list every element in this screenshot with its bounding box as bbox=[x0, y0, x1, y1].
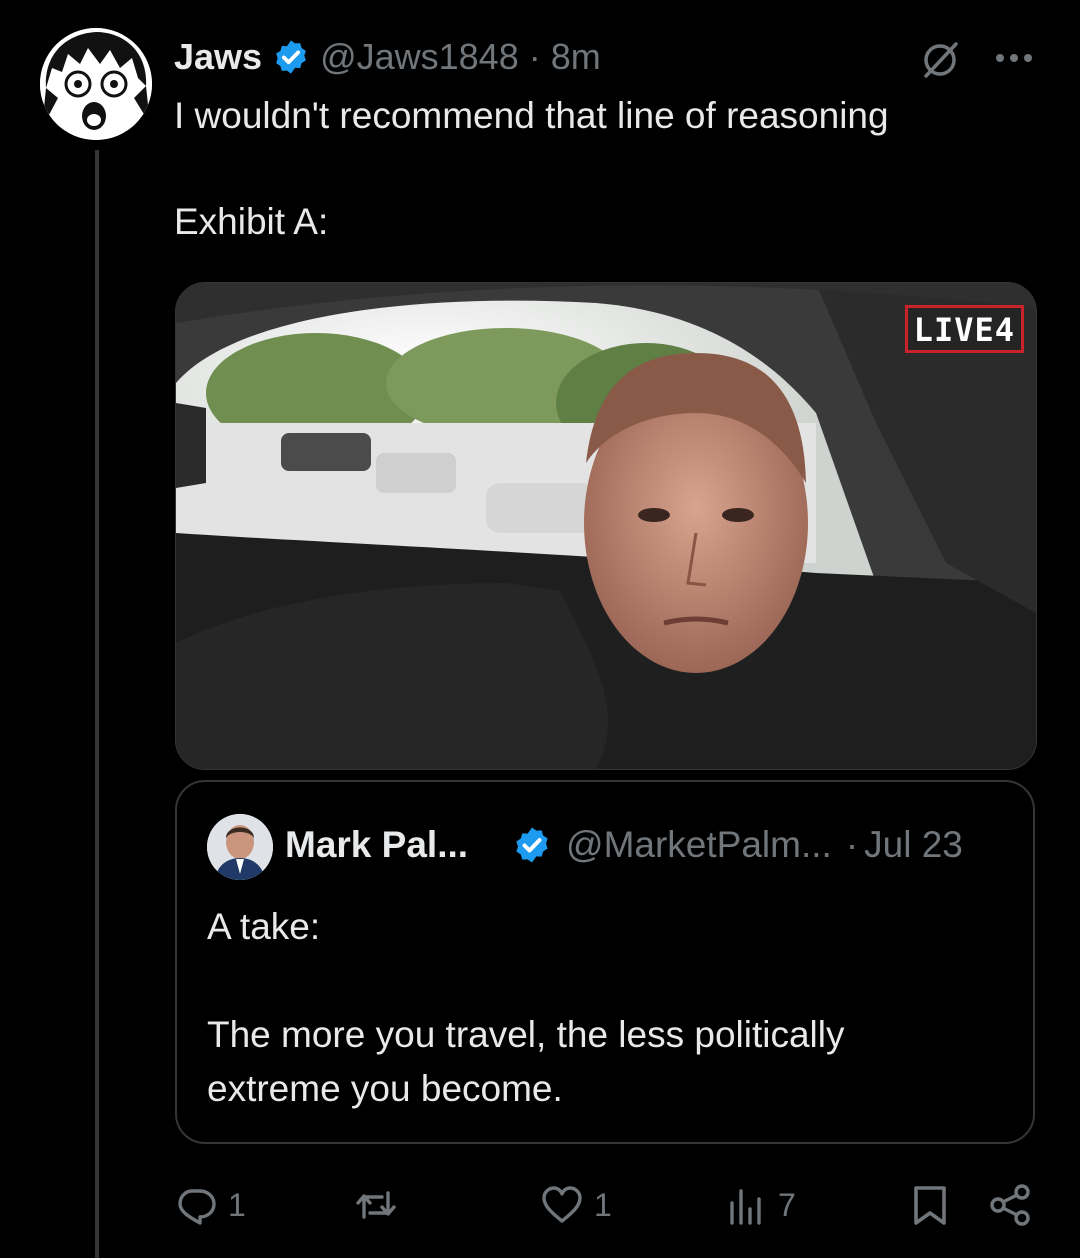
tweet-text: I wouldn't recommend that line of reason… bbox=[174, 92, 1034, 246]
reply-count: 1 bbox=[228, 1186, 246, 1223]
thread-line bbox=[95, 150, 99, 1258]
separator-dot: · bbox=[845, 824, 859, 865]
bookmark-button[interactable] bbox=[908, 1178, 952, 1232]
tweet-text-line: Exhibit A: bbox=[174, 201, 329, 242]
separator-dot: · bbox=[528, 36, 541, 77]
reply-button[interactable]: 1 bbox=[174, 1178, 246, 1232]
bookmark-icon bbox=[914, 1186, 946, 1225]
verified-badge-icon bbox=[272, 38, 310, 76]
quoted-text-line: extreme you become. bbox=[207, 1068, 563, 1109]
repost-icon bbox=[356, 1191, 396, 1219]
share-icon bbox=[990, 1184, 1030, 1226]
quoted-author-avatar[interactable] bbox=[207, 814, 273, 880]
tweet-header: Jaws @Jaws1848 · 8m bbox=[174, 34, 601, 80]
quoted-tweet[interactable]: Mark Pal... @MarketPalm... · Jul 23 A ta… bbox=[175, 780, 1035, 1144]
quoted-tweet-timestamp[interactable]: Jul 23 bbox=[864, 822, 963, 868]
like-button[interactable]: 1 bbox=[540, 1178, 612, 1232]
video-frame bbox=[176, 283, 1036, 769]
quoted-text-line: The more you travel, the less politicall… bbox=[207, 1014, 845, 1055]
verified-badge-icon bbox=[512, 825, 552, 865]
view-count: 7 bbox=[778, 1186, 796, 1223]
more-options-icon[interactable] bbox=[992, 36, 1036, 80]
tweet-timestamp[interactable]: 8m bbox=[551, 34, 601, 80]
repost-button[interactable] bbox=[354, 1178, 408, 1232]
tweet: Jaws @Jaws1848 · 8m I wouldn't recommend… bbox=[0, 0, 1080, 1258]
like-count: 1 bbox=[594, 1186, 612, 1223]
views-chart-icon bbox=[730, 1189, 761, 1225]
quoted-author-name[interactable]: Mark Pal... bbox=[285, 822, 468, 868]
quoted-tweet-text: A take: The more you travel, the less po… bbox=[207, 900, 1007, 1116]
grok-icon[interactable] bbox=[918, 38, 962, 82]
author-avatar[interactable] bbox=[40, 28, 152, 140]
quoted-author-handle[interactable]: @MarketPalm... bbox=[566, 822, 832, 868]
quoted-text-line: A take: bbox=[207, 906, 321, 947]
quoted-tweet-header: Mark Pal... @MarketPalm... · Jul 23 bbox=[285, 822, 1015, 868]
video-media[interactable]: LIVE4 bbox=[175, 282, 1037, 770]
author-name[interactable]: Jaws bbox=[174, 34, 262, 80]
tweet-text-line: I wouldn't recommend that line of reason… bbox=[174, 95, 889, 136]
anime-avatar-icon bbox=[40, 28, 152, 140]
share-button[interactable] bbox=[988, 1178, 1032, 1232]
heart-icon bbox=[542, 1186, 582, 1223]
action-bar: 1 1 7 bbox=[174, 1178, 1036, 1232]
reply-icon bbox=[178, 1189, 216, 1225]
author-handle[interactable]: @Jaws1848 bbox=[320, 34, 519, 80]
live-badge: LIVE4 bbox=[904, 305, 1024, 353]
views-button[interactable]: 7 bbox=[724, 1178, 796, 1232]
